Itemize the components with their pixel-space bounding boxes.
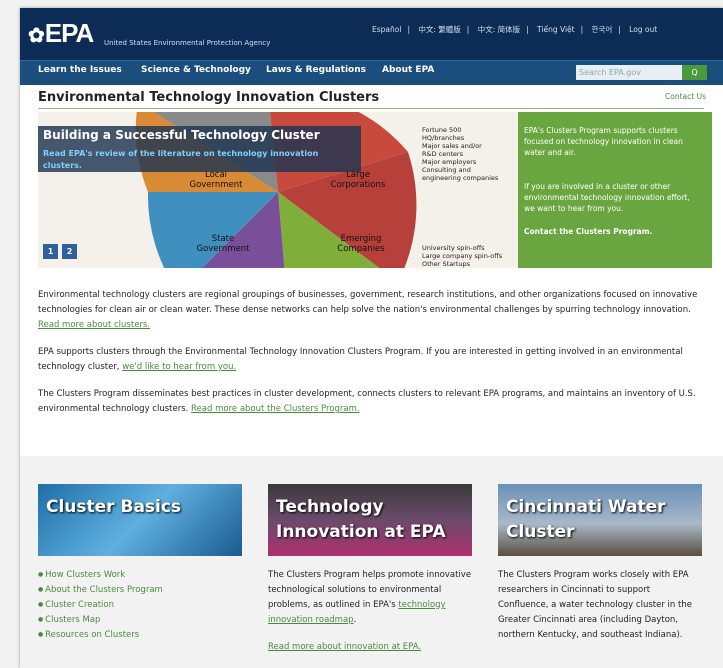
link-resources[interactable]: Resources on Clusters [38, 630, 242, 640]
search-icon: Q [691, 68, 698, 77]
slide-1-button[interactable]: 1 [43, 244, 58, 259]
nav-about-epa[interactable]: About EPA [382, 65, 434, 75]
read-more-innovation-link[interactable]: Read more about innovation at EPA. [268, 640, 472, 655]
link-cluster-creation[interactable]: Cluster Creation [38, 600, 242, 610]
language-links: Español | 中文: 繁體版 | 中文: 简体版 | Tiếng Việt | 한… [372, 25, 658, 34]
innovation-text: The Clusters Program helps promote innov… [268, 568, 472, 655]
cincinnati-text: The Clusters Program works closely with … [498, 570, 692, 640]
cluster-basics-column: Cluster Basics How Clusters Work About t… [38, 484, 242, 645]
hero-caption: Building a Successful Technology Cluster… [38, 126, 361, 172]
link-about-program[interactable]: About the Clusters Program [38, 585, 242, 595]
pie-label-emerging-companies: Emerging Companies [337, 234, 385, 254]
pie-label-local-government: Local Government [189, 170, 243, 190]
search-button[interactable]: Q [682, 65, 707, 80]
pie-label-state-government: State Government [196, 234, 250, 254]
panel-text-2: If you are involved in a cluster or othe… [524, 182, 690, 213]
cincinnati-banner[interactable]: Cincinnati Water Cluster [498, 484, 702, 556]
top-header: ✿EPA United States Environmental Protect… [20, 8, 723, 60]
nav-learn-issues[interactable]: Learn the Issues [38, 65, 122, 75]
link-how-clusters-work[interactable]: How Clusters Work [38, 570, 242, 580]
hero-title: Building a Successful Technology Cluster [43, 128, 320, 142]
intro-paragraph-2: EPA supports clusters through the Enviro… [38, 347, 683, 372]
lang-traditional-chinese[interactable]: 中文: 繁體版 [418, 25, 460, 34]
feature-columns: Cluster Basics How Clusters Work About t… [20, 456, 723, 668]
hero-slideshow[interactable]: Local Government Large Corporations Stat… [38, 112, 522, 268]
lang-simplified-chinese[interactable]: 中文: 简体版 [478, 25, 520, 34]
intro-text: Environmental technology clusters are re… [38, 288, 704, 429]
nav-science-technology[interactable]: Science & Technology [141, 65, 251, 75]
pie-label-large-corporations: Large Corporations [330, 170, 386, 190]
corporations-bullets: Fortune 500 HQ/branches Major sales and/… [422, 126, 499, 182]
agency-name: United States Environmental Protection A… [104, 39, 271, 47]
read-more-clusters-link[interactable]: Read more about clusters. [38, 320, 150, 330]
lang-korean[interactable]: 한국어 [592, 25, 613, 34]
browser-frame: ✿EPA United States Environmental Protect… [20, 8, 723, 668]
slide-2-button[interactable]: 2 [62, 244, 77, 259]
cincinnati-column: Cincinnati Water Cluster The Clusters Pr… [498, 484, 702, 643]
read-more-program-link[interactable]: Read more about the Clusters Program. [191, 404, 360, 414]
page-title: Environmental Technology Innovation Clus… [38, 90, 380, 105]
hero-link[interactable]: Read EPA's review of the literature on t… [43, 148, 348, 172]
cluster-basics-banner[interactable]: Cluster Basics [38, 484, 242, 556]
technology-innovation-column: Technology Innovation at EPA The Cluster… [268, 484, 472, 655]
title-divider [38, 108, 704, 109]
epa-logo[interactable]: ✿EPA [28, 18, 94, 49]
clusters-program-panel: EPA's Clusters Program supports clusters… [518, 112, 712, 268]
hear-from-you-link[interactable]: we'd like to hear from you. [122, 362, 236, 372]
intro-paragraph-3: The Clusters Program disseminates best p… [38, 389, 696, 414]
panel-text-1: EPA's Clusters Program supports clusters… [524, 126, 683, 157]
contact-clusters-link[interactable]: Contact the Clusters Program. [524, 226, 702, 237]
nav-laws-regulations[interactable]: Laws & Regulations [266, 65, 366, 75]
main-navigation: Learn the Issues Science & Technology La… [20, 60, 723, 85]
lang-vietnamese[interactable]: Tiếng Việt [537, 25, 575, 34]
logout-link[interactable]: Log out [629, 25, 657, 34]
technology-innovation-banner[interactable]: Technology Innovation at EPA [268, 484, 472, 556]
epa-flower-icon: ✿ [28, 25, 45, 47]
search-input[interactable]: Search EPA.gov [576, 65, 682, 80]
contact-us-link[interactable]: Contact Us [665, 92, 706, 101]
link-clusters-map[interactable]: Clusters Map [38, 615, 242, 625]
lang-spanish[interactable]: Español [372, 25, 401, 34]
intro-paragraph-1: Environmental technology clusters are re… [38, 290, 698, 330]
emerging-bullets: University spin-offs Large company spin-… [422, 244, 503, 268]
cluster-basics-links: How Clusters Work About the Clusters Pro… [38, 570, 242, 640]
